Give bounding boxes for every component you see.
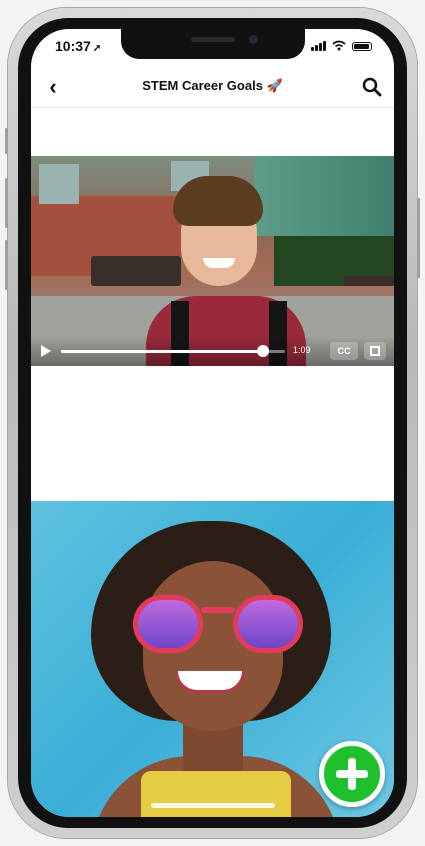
location-arrow-icon: ➚ xyxy=(92,43,102,54)
phone-screen: 10:37 ➚ ‹ STEM Career Goals 🚀 1:09 CC xyxy=(31,29,394,817)
volume-up-button xyxy=(5,178,8,228)
video-player[interactable]: 1:09 CC xyxy=(31,156,394,366)
photo-subject xyxy=(71,521,361,817)
post-caption-area xyxy=(31,366,394,501)
search-icon[interactable] xyxy=(360,75,384,99)
heart-sunglasses xyxy=(133,595,303,655)
status-time-text: 10:37 xyxy=(55,38,91,54)
status-icons xyxy=(311,40,372,51)
video-progress-fill xyxy=(61,350,263,353)
volume-down-button xyxy=(5,240,8,290)
video-scene-table xyxy=(344,276,394,286)
battery-icon xyxy=(352,42,372,51)
video-controls: 1:09 CC xyxy=(31,336,394,366)
mute-switch xyxy=(5,128,8,154)
video-scene-window xyxy=(39,164,79,204)
page-title: STEM Career Goals 🚀 xyxy=(142,78,283,93)
status-time: 10:37 ➚ xyxy=(55,38,101,54)
power-button xyxy=(417,198,420,278)
wifi-icon xyxy=(332,40,346,51)
back-button[interactable]: ‹ xyxy=(39,73,67,101)
closed-captions-button[interactable]: CC xyxy=(330,342,358,360)
status-bar: 10:37 ➚ xyxy=(31,29,394,63)
play-icon[interactable] xyxy=(41,345,51,357)
home-indicator[interactable] xyxy=(151,803,275,808)
chevron-left-icon: ‹ xyxy=(49,74,57,99)
navigation-bar: ‹ STEM Career Goals 🚀 xyxy=(31,67,394,108)
video-progress-track[interactable] xyxy=(61,350,285,353)
post-header-area xyxy=(31,109,394,156)
video-progress-thumb[interactable] xyxy=(256,345,269,357)
video-duration: 1:09 xyxy=(293,345,311,355)
fullscreen-icon[interactable] xyxy=(364,342,386,360)
add-post-button[interactable] xyxy=(319,741,385,807)
signal-bars-icon xyxy=(311,40,326,51)
